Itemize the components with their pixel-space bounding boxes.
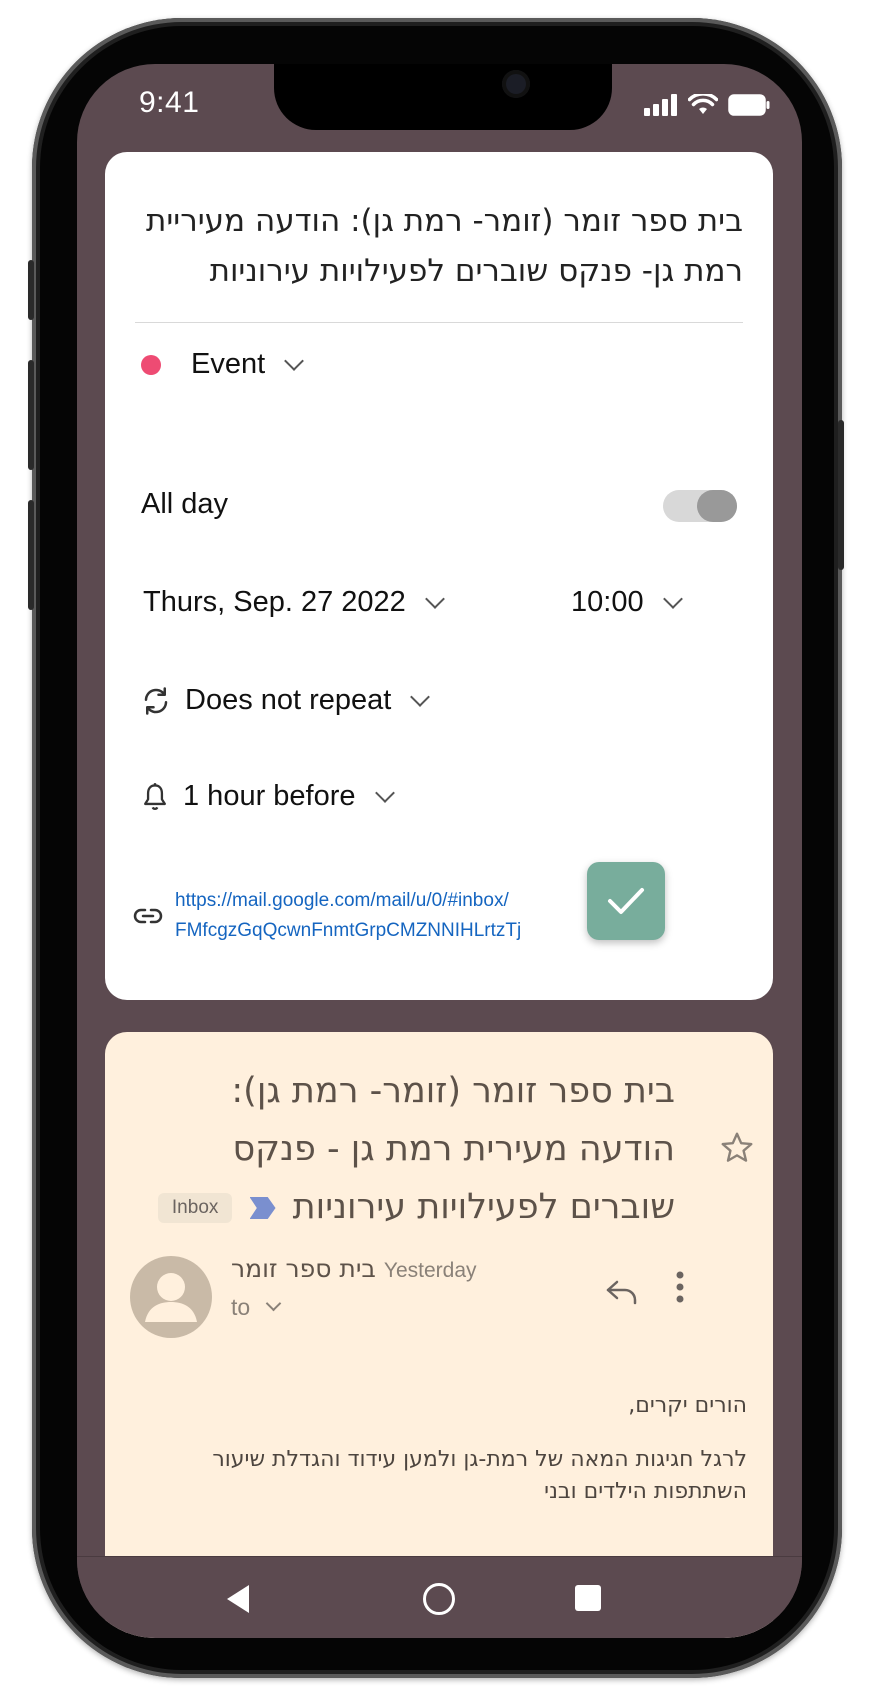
more-options-icon[interactable] (675, 1270, 685, 1304)
volume-down-button (28, 500, 34, 610)
link-icon (133, 908, 163, 924)
repeat-label: Does not repeat (185, 684, 392, 716)
person-icon (145, 1273, 197, 1322)
signal-icon (644, 94, 677, 116)
event-card: בית ספר זומר (זומר- רמת גן): הודעה מעירי… (105, 152, 773, 1000)
recents-icon[interactable] (575, 1585, 601, 1611)
reply-icon[interactable] (605, 1278, 639, 1306)
navigation-bar (77, 1556, 802, 1638)
email-link[interactable]: https://mail.google.com/mail/u/0/#inbox/… (175, 886, 521, 946)
email-greeting: הורים יקרים, (628, 1393, 747, 1418)
recipients-toggle[interactable]: to (231, 1294, 282, 1321)
email-subject-text: בית ספר זומר (זומר- רמת גן): הודעה מעירי… (231, 1071, 675, 1227)
chevron-down-icon (424, 588, 445, 609)
email-time: Yesterday (383, 1259, 477, 1282)
date-label: Thurs, Sep. 27 2022 (143, 586, 406, 618)
inbox-label[interactable]: Inbox (157, 1193, 233, 1223)
email-link-line1: https://mail.google.com/mail/u/0/#inbox/ (175, 890, 509, 911)
status-icons (644, 94, 770, 116)
check-icon (608, 888, 644, 914)
power-button (838, 420, 844, 570)
email-body-line2: השתתפות הילדים ובני (544, 1479, 747, 1504)
reminder-selector[interactable]: 1 hour before (141, 780, 395, 813)
email-link-line2: FMfcgzGqQcwnFnmtGrpCMZNNIHLrtzTj (175, 920, 522, 941)
sender-line: בית ספר זומר Yesterday (231, 1254, 477, 1283)
status-time: 9:41 (139, 86, 200, 119)
chevron-down-icon (410, 686, 431, 707)
all-day-label: All day (141, 488, 229, 520)
wifi-icon (688, 94, 718, 114)
email-preview: בית ספר זומר (זומר- רמת גן): הודעה מעירי… (105, 1032, 773, 1638)
event-title[interactable]: בית ספר זומר (זומר- רמת גן): הודעה מעירי… (143, 196, 743, 296)
chevron-down-icon (284, 350, 305, 371)
to-label: to (231, 1294, 251, 1320)
back-icon[interactable] (227, 1585, 249, 1613)
time-selector[interactable]: 10:00 (571, 586, 683, 619)
screen: 9:41 בית ספר זומר (זומר- רמת גן): הודעה … (77, 64, 802, 1638)
bell-icon (144, 782, 166, 810)
email-subject: בית ספר זומר (זומר- רמת גן): הודעה מעירי… (155, 1062, 675, 1236)
camera-icon (502, 70, 530, 98)
volume-button (28, 260, 34, 320)
label-marker-icon (249, 1197, 276, 1219)
repeat-selector[interactable]: Does not repeat (141, 684, 431, 717)
chevron-down-icon (662, 588, 683, 609)
toggle-knob (697, 490, 737, 522)
reminder-label: 1 hour before (183, 780, 356, 812)
date-selector[interactable]: Thurs, Sep. 27 2022 (143, 586, 445, 619)
star-icon[interactable] (719, 1130, 755, 1166)
volume-up-button (28, 360, 34, 470)
home-icon[interactable] (423, 1583, 455, 1615)
event-color-dot (141, 354, 161, 375)
repeat-icon (144, 686, 168, 715)
chevron-down-icon (374, 782, 395, 803)
time-label: 10:00 (571, 586, 644, 618)
email-body-line1: לרגל חגיגות המאה של רמת-גן ולמען עידוד ו… (212, 1447, 747, 1472)
event-type-label: Event (191, 348, 266, 380)
save-button[interactable] (587, 862, 665, 940)
battery-icon (728, 94, 770, 116)
avatar[interactable] (130, 1256, 212, 1338)
all-day-row: All day (141, 488, 228, 521)
title-divider (135, 322, 743, 323)
event-type-selector[interactable]: Event (141, 348, 305, 381)
notch (274, 64, 612, 130)
sender-name: בית ספר זומר (231, 1254, 376, 1283)
chevron-down-icon (265, 1295, 282, 1312)
all-day-toggle[interactable] (663, 490, 737, 522)
